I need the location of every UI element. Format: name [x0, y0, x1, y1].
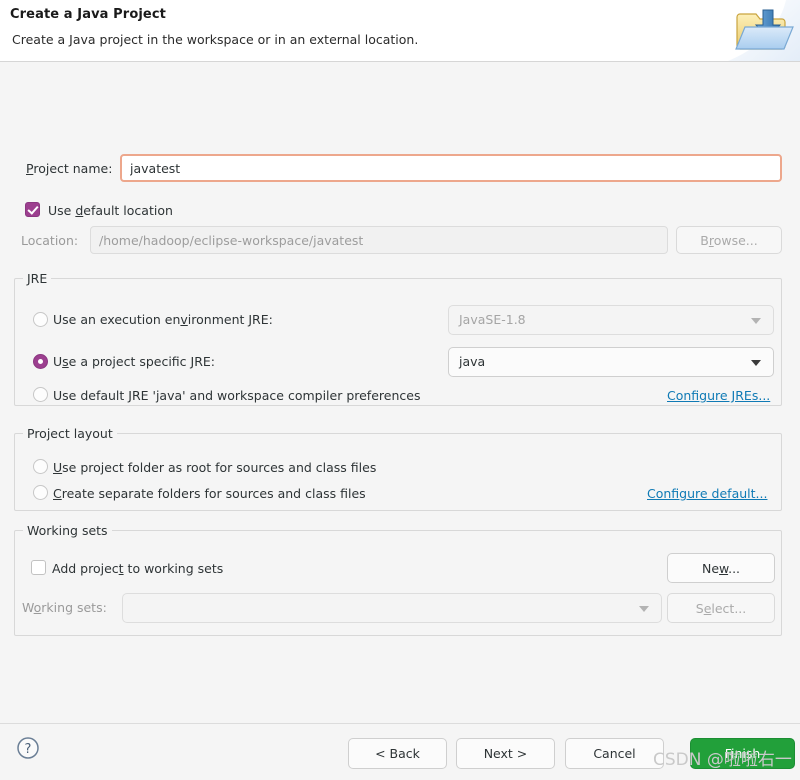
select-working-set-button[interactable]: Select... [667, 593, 775, 623]
execution-environment-combo[interactable]: JavaSE-1.8 [448, 305, 774, 335]
project-specific-jre-combo[interactable]: java [448, 347, 774, 377]
radio-default-jre-label: Use default JRE 'java' and workspace com… [53, 388, 421, 403]
radio-project-folder-root-label: Use project folder as root for sources a… [53, 460, 377, 475]
configure-default-link[interactable]: Configure default... [647, 486, 767, 501]
next-button[interactable]: Next > [456, 738, 555, 769]
dialog-header: Create a Java Project Create a Java proj… [0, 0, 800, 62]
configure-jres-link[interactable]: Configure JREs... [667, 388, 770, 403]
working-sets-combo[interactable] [122, 593, 662, 623]
project-specific-jre-combo-value: java [459, 354, 486, 369]
new-java-project-folder-icon [720, 0, 800, 61]
jre-group: JRE [14, 271, 782, 406]
add-project-to-working-sets-checkbox[interactable] [31, 560, 46, 575]
project-layout-group-title: Project layout [23, 426, 117, 441]
working-sets-group-title: Working sets [23, 523, 112, 538]
project-name-label-rest: roject name: [33, 161, 113, 176]
dialog-footer: ? < Back Next > Cancel Finish [0, 723, 800, 780]
back-button[interactable]: < Back [348, 738, 447, 769]
new-working-set-button[interactable]: New... [667, 553, 775, 583]
project-name-input[interactable] [120, 154, 782, 182]
use-default-location-label: Use default location [48, 203, 173, 218]
help-question-icon[interactable]: ? [16, 736, 40, 760]
chevron-down-icon [751, 360, 761, 366]
cancel-button[interactable]: Cancel [565, 738, 664, 769]
browse-button[interactable]: Browse... [676, 226, 782, 254]
radio-project-folder-root[interactable] [33, 459, 48, 474]
page-title: Create a Java Project [10, 7, 166, 22]
radio-execution-environment-jre-label: Use an execution environment JRE: [53, 312, 273, 327]
radio-project-specific-jre[interactable] [33, 354, 48, 369]
execution-environment-combo-value: JavaSE-1.8 [459, 312, 526, 327]
svg-text:?: ? [25, 742, 32, 757]
radio-separate-folders-label: Create separate folders for sources and … [53, 486, 366, 501]
radio-project-specific-jre-label: Use a project specific JRE: [53, 354, 216, 369]
location-label: Location: [21, 233, 79, 248]
working-sets-label: Working sets: [22, 600, 107, 615]
add-project-to-working-sets-label: Add project to working sets [52, 561, 224, 576]
jre-group-title: JRE [23, 271, 52, 286]
radio-separate-folders[interactable] [33, 485, 48, 500]
chevron-down-icon [639, 606, 649, 612]
dialog-body: Project name: Use default location Locat… [0, 62, 800, 724]
chevron-down-icon [751, 318, 761, 324]
page-subtitle: Create a Java project in the workspace o… [12, 32, 419, 47]
radio-default-jre[interactable] [33, 387, 48, 402]
location-input[interactable] [90, 226, 668, 254]
use-default-location-checkbox[interactable] [25, 202, 40, 217]
finish-button[interactable]: Finish [690, 738, 795, 769]
project-name-label: Project name: [26, 161, 113, 176]
radio-execution-environment-jre[interactable] [33, 312, 48, 327]
